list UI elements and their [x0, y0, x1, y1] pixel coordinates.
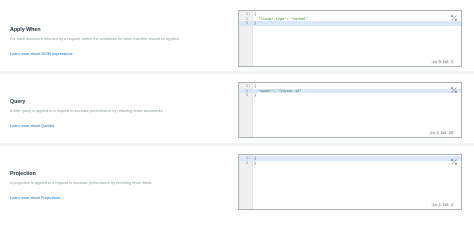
section-description: For each document returned by a request,…	[10, 37, 180, 41]
expand-editor-icon[interactable]	[451, 159, 457, 165]
editor-line-active: 3 }	[239, 21, 461, 26]
editor-line: 3 }	[245, 93, 257, 97]
projections-link[interactable]: Learn more about Projections	[10, 196, 60, 200]
queries-link[interactable]: Learn more about Queries	[10, 124, 54, 128]
section-description: A projection is applied to a request to …	[10, 181, 153, 185]
cursor-position-status: Ln 1 Col 2	[430, 203, 455, 207]
cursor-position-status: Ln 2 Col 25	[428, 131, 455, 135]
projection-description-block: Projection A projection is applied to a …	[10, 171, 230, 204]
apply-when-editor[interactable]: 1 ▾ { 2 "%%user.type": "normal" 3 } Ln 3…	[238, 10, 462, 67]
apply-when-section: Apply When For each document returned by…	[0, 0, 474, 71]
cursor-position-status: Ln 3 Col 2	[430, 60, 455, 64]
apply-when-description-block: Apply When For each document returned by…	[10, 27, 230, 60]
query-description-block: Query A filter query is applied to a req…	[10, 99, 230, 132]
section-title: Apply When	[10, 27, 41, 33]
expand-editor-icon[interactable]	[451, 87, 457, 93]
projection-editor[interactable]: 1 ▾ { 2 } Ln 1 Col 2	[238, 154, 462, 210]
query-editor[interactable]: 1 ▾ { 2 "owner": "%%user.id" 3 } Ln 2 Co…	[238, 82, 462, 138]
query-section: Query A filter query is applied to a req…	[0, 74, 474, 143]
expand-editor-icon[interactable]	[451, 15, 457, 21]
section-title: Projection	[10, 171, 36, 177]
editor-line: 2 }	[245, 160, 257, 165]
section-title: Query	[10, 99, 26, 105]
section-description: A filter query is applied to a request t…	[10, 109, 164, 113]
json-expressions-link[interactable]: Learn more about JSON expressions	[10, 52, 72, 56]
projection-section: Projection A projection is applied to a …	[0, 146, 474, 212]
